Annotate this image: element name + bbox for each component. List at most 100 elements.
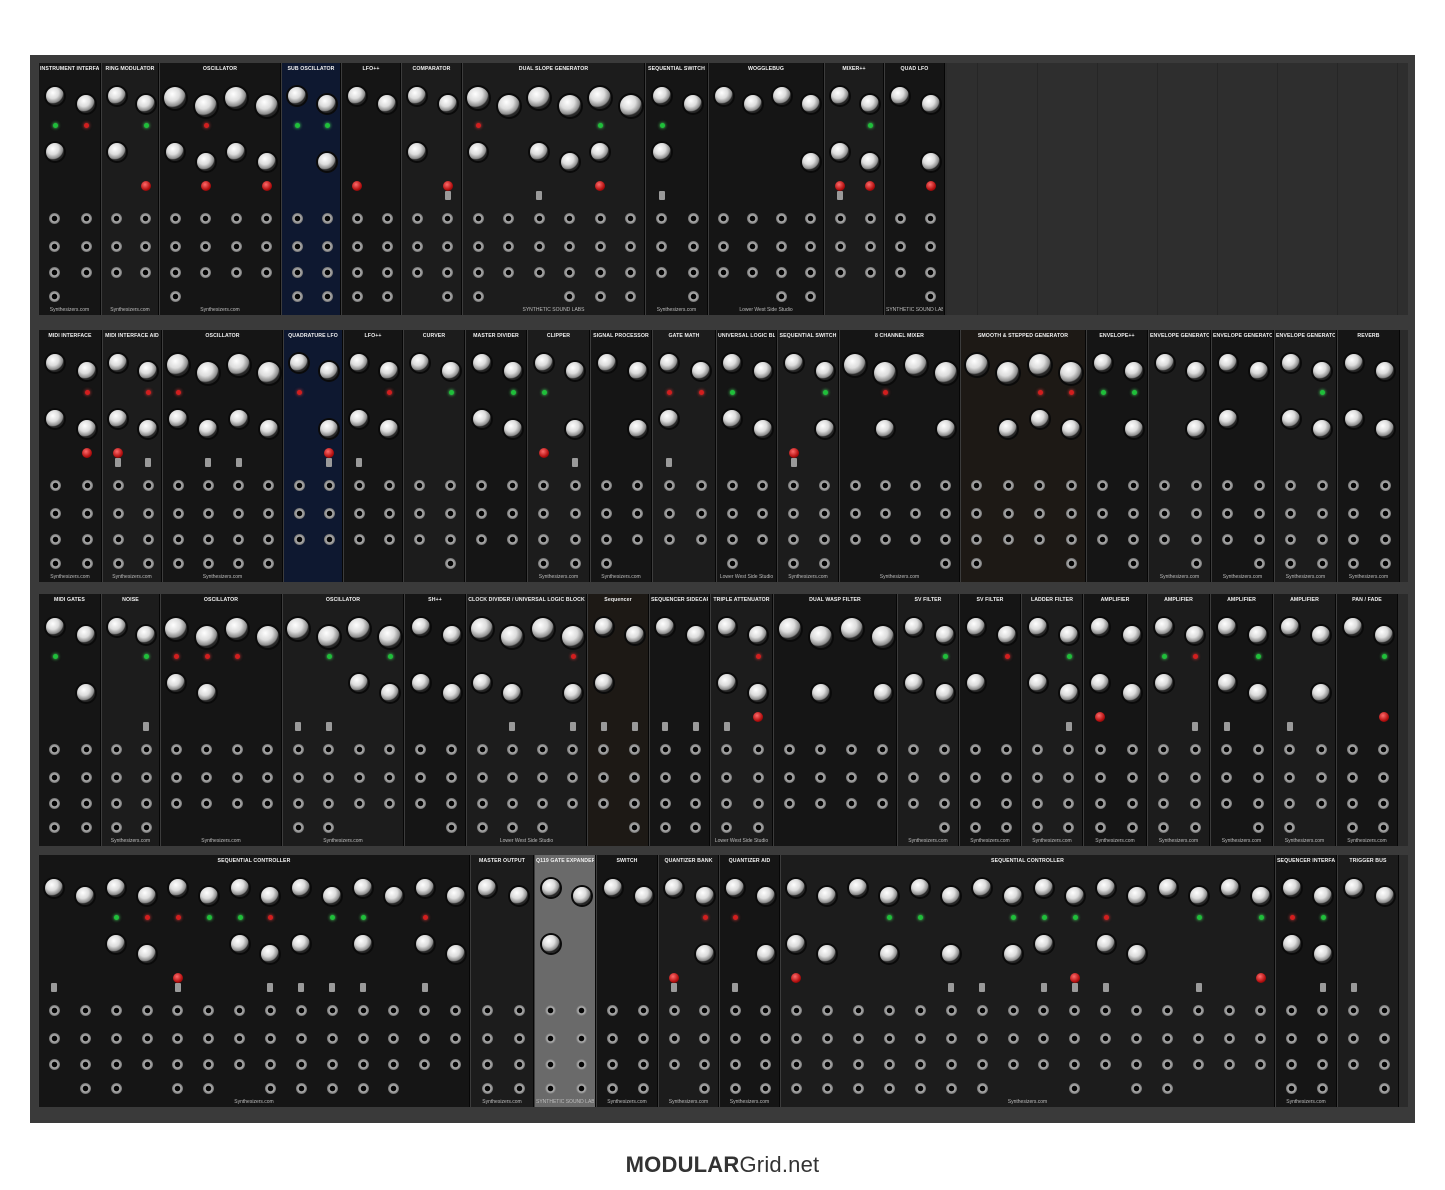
patch-jack[interactable] [388,1059,400,1070]
module-panel[interactable]: REVERB Synthesizers.com [1337,330,1400,582]
patch-jack[interactable] [721,772,733,783]
module-panel[interactable]: LFO++ [343,330,403,582]
patch-jack[interactable] [690,744,702,755]
knob[interactable] [438,95,457,113]
patch-jack[interactable] [202,508,214,519]
knob[interactable] [196,153,215,171]
knob[interactable] [603,879,622,897]
patch-jack[interactable] [594,213,606,224]
patch-jack[interactable] [788,558,799,569]
knob[interactable] [1218,410,1237,428]
patch-jack[interactable] [503,267,515,278]
knob[interactable] [1282,879,1301,897]
module-panel[interactable]: QUANTIZER AID Synthesizers.com [719,855,780,1107]
toggle-switch[interactable] [979,983,986,992]
patch-jack[interactable] [690,772,702,783]
patch-jack[interactable] [419,1059,431,1070]
patch-jack[interactable] [80,213,92,224]
knob[interactable] [256,626,279,648]
patch-jack[interactable] [538,534,550,545]
patch-jack[interactable] [945,1005,957,1016]
knob[interactable] [656,618,675,636]
patch-jack[interactable] [80,822,92,833]
patch-jack[interactable] [261,267,273,278]
patch-jack[interactable] [446,744,457,755]
patch-jack[interactable] [695,534,707,545]
patch-jack[interactable] [852,1083,864,1094]
patch-jack[interactable] [638,1005,649,1016]
knob[interactable] [137,626,156,644]
patch-jack[interactable] [760,1059,772,1070]
knob[interactable] [1091,618,1109,636]
patch-jack[interactable] [1131,1033,1143,1044]
patch-jack[interactable] [110,1033,122,1044]
module-panel[interactable]: MIDI GATES [38,594,101,846]
patch-jack[interactable] [1126,822,1138,833]
knob[interactable] [1250,362,1269,380]
knob[interactable] [350,410,368,428]
patch-jack[interactable] [594,241,606,252]
knob[interactable] [469,143,488,161]
patch-jack[interactable] [79,1005,91,1016]
patch-jack[interactable] [819,508,830,519]
patch-jack[interactable] [233,508,245,519]
knob[interactable] [1217,674,1236,692]
push-button[interactable] [442,181,453,191]
patch-jack[interactable] [81,534,93,545]
patch-jack[interactable] [513,1083,525,1094]
patch-jack[interactable] [729,1005,741,1016]
patch-jack[interactable] [576,1059,587,1070]
patch-jack[interactable] [1284,822,1296,833]
patch-jack[interactable] [323,744,335,755]
module-panel[interactable]: AMPLIFIER Synthesizers.com [1147,594,1210,846]
knob[interactable] [684,95,703,113]
patch-jack[interactable] [1379,508,1391,519]
patch-jack[interactable] [1097,480,1108,491]
knob[interactable] [560,153,579,171]
module-panel[interactable]: DUAL WASP FILTER [773,594,897,846]
patch-jack[interactable] [790,1005,802,1016]
knob[interactable] [290,354,308,372]
patch-jack[interactable] [506,798,518,809]
patch-jack[interactable] [1065,558,1077,569]
patch-jack[interactable] [564,241,576,252]
patch-jack[interactable] [1284,798,1296,809]
patch-jack[interactable] [601,508,612,519]
patch-jack[interactable] [231,744,243,755]
patch-jack[interactable] [415,772,426,783]
patch-jack[interactable] [414,480,425,491]
module-panel[interactable]: ENVELOPE GENERATOR Synthesizers.com [1274,330,1337,582]
patch-jack[interactable] [821,1033,833,1044]
toggle-switch[interactable] [948,983,955,992]
knob[interactable] [1062,420,1081,438]
knob[interactable] [717,618,736,636]
patch-jack[interactable] [1189,822,1201,833]
module-panel[interactable]: AMPLIFIER Synthesizers.com [1210,594,1273,846]
module-panel[interactable]: AMPLIFIER Synthesizers.com [1083,594,1147,846]
patch-jack[interactable] [632,508,643,519]
patch-jack[interactable] [111,267,122,278]
knob[interactable] [880,887,899,905]
knob[interactable] [594,674,613,692]
patch-jack[interactable] [576,1083,587,1094]
patch-jack[interactable] [383,508,395,519]
patch-jack[interactable] [1286,1033,1297,1044]
patch-jack[interactable] [357,1059,369,1070]
knob[interactable] [563,684,582,702]
patch-jack[interactable] [1317,1033,1328,1044]
toggle-switch[interactable] [1192,722,1199,731]
patch-jack[interactable] [598,798,609,809]
knob[interactable] [380,684,399,702]
knob[interactable] [665,879,684,897]
patch-jack[interactable] [323,534,335,545]
knob[interactable] [1344,879,1363,897]
patch-jack[interactable] [1007,1005,1019,1016]
knob[interactable] [76,887,95,905]
patch-jack[interactable] [170,772,182,783]
patch-jack[interactable] [353,772,365,783]
patch-jack[interactable] [729,1083,741,1094]
knob[interactable] [348,87,366,105]
knob[interactable] [1186,626,1205,644]
patch-jack[interactable] [203,1083,215,1094]
patch-jack[interactable] [1285,558,1297,569]
